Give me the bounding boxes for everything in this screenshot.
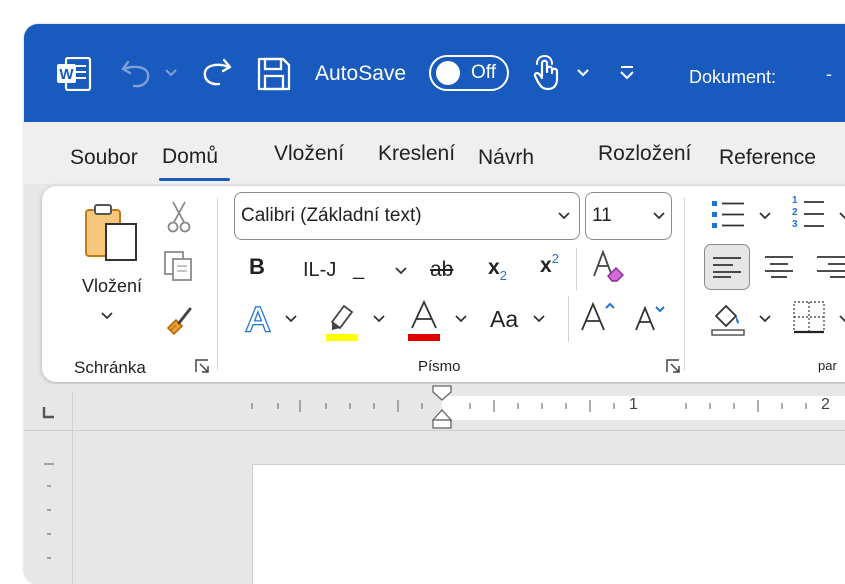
paste-dropdown-chevron-icon[interactable] bbox=[100, 311, 114, 321]
tab-soubor[interactable]: Soubor bbox=[70, 146, 138, 170]
autosave-state: Off bbox=[471, 62, 496, 83]
save-icon[interactable] bbox=[256, 56, 292, 92]
clear-formatting-icon[interactable] bbox=[590, 248, 626, 284]
superscript-base: x bbox=[540, 254, 552, 277]
group-separator bbox=[568, 296, 569, 342]
bullets-icon[interactable] bbox=[710, 198, 746, 232]
tab-domu[interactable]: Domů bbox=[158, 145, 231, 181]
underline-tail: _ bbox=[353, 258, 365, 280]
ruler-mark-1: 1 bbox=[629, 396, 638, 413]
align-center-icon[interactable] bbox=[764, 255, 794, 279]
touch-mode-icon[interactable] bbox=[529, 54, 563, 92]
strikethrough-button[interactable]: ab bbox=[430, 258, 453, 282]
group-separator bbox=[684, 198, 685, 370]
shading-chevron-icon[interactable] bbox=[758, 314, 772, 324]
ribbon-tabs: Soubor Domů Vložení Kreslení Návrh Rozlo… bbox=[24, 122, 845, 184]
underline-dropdown-chevron-icon[interactable] bbox=[394, 266, 408, 276]
shrink-font-icon[interactable] bbox=[634, 302, 666, 334]
format-painter-icon[interactable] bbox=[162, 304, 196, 336]
font-name-select[interactable]: Calibri (Základní text) bbox=[234, 192, 580, 240]
change-case-button[interactable]: Aa bbox=[490, 306, 518, 333]
document-title-dash: - bbox=[826, 64, 832, 84]
touch-dropdown-chevron-icon[interactable] bbox=[576, 68, 590, 78]
word-logo-icon: W bbox=[57, 57, 92, 91]
highlight-color-icon[interactable] bbox=[324, 298, 360, 342]
subscript-mark: 2 bbox=[499, 268, 507, 283]
bullets-chevron-icon[interactable] bbox=[758, 211, 772, 221]
title-bar: W AutoSave Off Dokument: - bbox=[24, 24, 845, 122]
font-color-chevron-icon[interactable] bbox=[454, 314, 468, 324]
borders-chevron-icon[interactable] bbox=[838, 314, 845, 324]
cut-scissors-icon[interactable] bbox=[167, 200, 191, 234]
numbering-button[interactable]: 1 2 3 bbox=[790, 194, 830, 234]
superscript-button[interactable]: x2 bbox=[540, 251, 559, 278]
font-name-chevron-icon bbox=[558, 212, 570, 220]
grow-font-icon[interactable] bbox=[580, 298, 616, 334]
font-dialog-launcher-icon[interactable] bbox=[665, 358, 681, 374]
tab-kresleni[interactable]: Kreslení bbox=[378, 142, 455, 166]
change-case-chevron-icon[interactable] bbox=[532, 314, 546, 324]
align-left-icon bbox=[713, 257, 741, 278]
paste-clipboard-icon[interactable] bbox=[82, 202, 142, 264]
document-page[interactable] bbox=[252, 464, 845, 584]
copy-icon[interactable] bbox=[162, 250, 196, 282]
font-size-select[interactable]: 11 bbox=[585, 192, 672, 240]
ribbon-panel: Vložení Schránka Calibri (Základní text)… bbox=[42, 186, 845, 382]
bold-button[interactable]: B bbox=[249, 254, 265, 280]
text-effects-chevron-icon[interactable] bbox=[284, 314, 298, 324]
word-window: W AutoSave Off Dokument: - Soubor Domů V… bbox=[24, 24, 845, 584]
text-effects-icon[interactable]: A bbox=[240, 300, 276, 336]
align-right-icon[interactable] bbox=[816, 255, 845, 279]
svg-text:W: W bbox=[59, 66, 74, 83]
subscript-button[interactable]: x2 bbox=[488, 256, 507, 283]
autosave-label: AutoSave bbox=[315, 62, 407, 85]
font-size-chevron-icon bbox=[653, 212, 665, 220]
numbering-icon bbox=[804, 201, 824, 227]
align-left-button[interactable] bbox=[704, 244, 750, 290]
indent-markers-icon[interactable] bbox=[431, 384, 455, 432]
tab-reference[interactable]: Reference bbox=[719, 146, 816, 170]
highlight-chevron-icon[interactable] bbox=[372, 314, 386, 324]
document-title-label: Dokument: bbox=[689, 67, 777, 87]
font-size-value: 11 bbox=[592, 205, 612, 226]
tab-rozlozeni[interactable]: Rozložení bbox=[598, 142, 691, 166]
shading-icon[interactable] bbox=[710, 300, 746, 336]
toggle-knob bbox=[436, 61, 460, 85]
subscript-base: x bbox=[488, 256, 500, 279]
ruler-mark-2: 2 bbox=[821, 396, 830, 413]
redo-icon[interactable] bbox=[198, 54, 234, 90]
undo-dropdown-chevron-icon[interactable] bbox=[164, 68, 178, 78]
font-color-icon[interactable] bbox=[406, 298, 442, 342]
superscript-mark: 2 bbox=[551, 251, 559, 266]
clipboard-group-label: Schránka bbox=[74, 358, 146, 377]
font-group-label: Písmo bbox=[418, 358, 461, 375]
font-name-value: Calibri (Základní text) bbox=[241, 205, 422, 226]
clipboard-dialog-launcher-icon[interactable] bbox=[194, 358, 210, 374]
paragraph-group-label: par bbox=[818, 358, 837, 373]
group-separator bbox=[576, 248, 577, 290]
tab-vlozeni[interactable]: Vložení bbox=[274, 142, 344, 166]
autosave-toggle[interactable]: Off bbox=[429, 55, 509, 91]
undo-icon[interactable] bbox=[120, 56, 154, 90]
underline-button[interactable]: IL-J bbox=[303, 259, 336, 282]
tab-navrh[interactable]: Návrh bbox=[478, 146, 534, 170]
group-separator bbox=[217, 198, 218, 370]
paste-label[interactable]: Vložení bbox=[82, 276, 142, 297]
customize-quick-access-icon[interactable] bbox=[618, 64, 636, 82]
borders-icon[interactable] bbox=[792, 300, 826, 334]
numbering-chevron-icon[interactable] bbox=[838, 211, 845, 221]
svg-text:A: A bbox=[247, 301, 270, 336]
